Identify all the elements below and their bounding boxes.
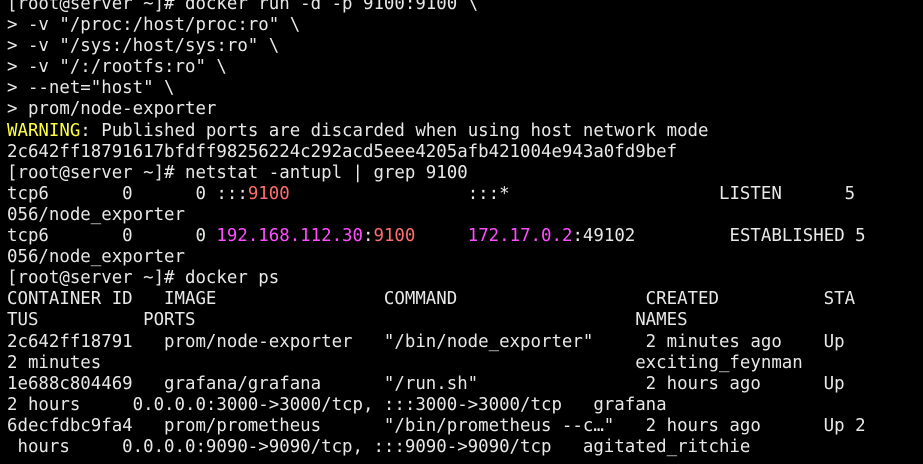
line-text: 2c642ff18791617bfdff98256224c292acd5eee4… bbox=[7, 141, 678, 162]
terminal-line: WARNING: Published ports are discarded w… bbox=[7, 121, 923, 142]
terminal-line: 2 hours 0.0.0.0:3000->3000/tcp, :::3000-… bbox=[7, 395, 923, 416]
line-text: 6decfdbc9fa4 prom/prometheus "/bin/prome… bbox=[7, 415, 866, 436]
terminal-window[interactable]: [root@server ~]# docker run -d -p 9100:9… bbox=[0, 0, 923, 464]
line-text: > -v "/sys:/host/sys:ro" \ bbox=[7, 36, 280, 57]
line-text: > -v "/:/rootfs:ro" \ bbox=[7, 57, 227, 78]
port-highlight: 9100 bbox=[247, 183, 290, 204]
line-text bbox=[415, 226, 467, 246]
terminal-line: 1e688c804469 grafana/grafana "/run.sh" 2… bbox=[7, 374, 923, 395]
terminal-line: > -v "/:/rootfs:ro" \ bbox=[7, 57, 923, 78]
line-text: 2 hours 0.0.0.0:3000->3000/tcp, :::3000-… bbox=[7, 394, 667, 415]
line-text: > -v "/proc:/host/proc:ro" \ bbox=[7, 15, 301, 36]
terminal-line: TUS PORTS NAMES bbox=[7, 310, 923, 331]
line-text: [root@server ~]# netstat -antupl | grep … bbox=[7, 162, 468, 183]
line-text: 1e688c804469 grafana/grafana "/run.sh" 2… bbox=[7, 373, 845, 394]
terminal-output: [root@server ~]# docker run -d -p 9100:9… bbox=[7, 0, 923, 458]
line-text: 056/node_exporter bbox=[7, 204, 185, 225]
line-text: :49102 ESTABLISHED 5 bbox=[572, 226, 866, 247]
line-text: 056/node_exporter bbox=[7, 247, 185, 268]
terminal-line: > prom/node-exporter bbox=[7, 99, 923, 120]
terminal-line: [root@server ~]# docker run -d -p 9100:9… bbox=[7, 0, 923, 15]
terminal-line: 2c642ff18791617bfdff98256224c292acd5eee4… bbox=[7, 142, 923, 163]
terminal-line: [root@server ~]# docker ps bbox=[7, 268, 923, 289]
port-highlight: 9100 bbox=[373, 226, 416, 247]
line-text: [root@server ~]# docker ps bbox=[7, 268, 280, 289]
terminal-line: > --net="host" \ bbox=[7, 78, 923, 99]
terminal-line: hours 0.0.0.0:9090->9090/tcp, :::9090->9… bbox=[7, 437, 923, 458]
line-text: CONTAINER ID IMAGE COMMAND CREATED STA bbox=[7, 289, 856, 310]
line-text: > prom/node-exporter bbox=[7, 99, 217, 120]
line-text: :::* LISTEN 5 bbox=[289, 183, 856, 204]
line-text: [root@server ~]# docker run -d -p 9100:9… bbox=[7, 0, 479, 14]
ip-highlight: 192.168.112.30 bbox=[216, 226, 363, 247]
ip-highlight: 172.17.0.2 bbox=[467, 226, 573, 247]
line-text: 2 minutes exciting_feynman bbox=[7, 352, 803, 373]
terminal-line: > -v "/sys:/host/sys:ro" \ bbox=[7, 36, 923, 57]
line-text: > --net="host" \ bbox=[7, 78, 175, 99]
terminal-line: 2 minutes exciting_feynman bbox=[7, 353, 923, 374]
terminal-line: 2c642ff18791 prom/node-exporter "/bin/no… bbox=[7, 332, 923, 353]
line-text: hours 0.0.0.0:9090->9090/tcp, :::9090->9… bbox=[7, 436, 751, 457]
terminal-line: > -v "/proc:/host/proc:ro" \ bbox=[7, 15, 923, 36]
terminal-line: [root@server ~]# netstat -antupl | grep … bbox=[7, 163, 923, 184]
terminal-line: tcp6 0 0 192.168.112.30:9100 172.17.0.2:… bbox=[7, 226, 923, 247]
line-text: : bbox=[363, 226, 374, 247]
warning-label: WARNING bbox=[7, 120, 81, 141]
terminal-line: 056/node_exporter bbox=[7, 247, 923, 268]
line-text: : Published ports are discarded when usi… bbox=[80, 120, 709, 141]
line-text: tcp6 0 0 bbox=[7, 226, 217, 247]
line-text: TUS PORTS NAMES bbox=[7, 310, 688, 331]
line-text: 2c642ff18791 prom/node-exporter "/bin/no… bbox=[7, 331, 845, 352]
terminal-line: tcp6 0 0 :::9100 :::* LISTEN 5 bbox=[7, 184, 923, 205]
terminal-line: 6decfdbc9fa4 prom/prometheus "/bin/prome… bbox=[7, 416, 923, 437]
line-text: tcp6 0 0 ::: bbox=[7, 183, 248, 204]
terminal-line: 056/node_exporter bbox=[7, 205, 923, 226]
terminal-line: CONTAINER ID IMAGE COMMAND CREATED STA bbox=[7, 289, 923, 310]
